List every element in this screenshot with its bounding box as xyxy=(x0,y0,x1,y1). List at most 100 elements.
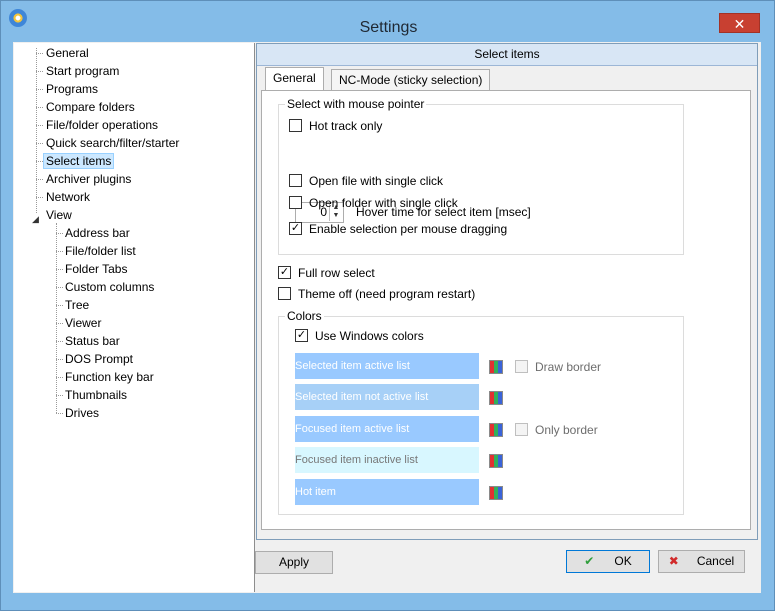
tab-general[interactable]: General xyxy=(265,67,324,90)
open-folder-checkbox[interactable]: Open folder with single click xyxy=(289,195,458,211)
color-picker-icon[interactable] xyxy=(489,423,503,437)
tree-item-label: Folder Tabs xyxy=(65,262,128,276)
tree-item-label: General xyxy=(46,46,89,60)
tree-lines xyxy=(36,48,37,213)
tree-item-start-program[interactable]: Start program xyxy=(43,62,122,80)
tree-item-archiver-plugins[interactable]: Archiver plugins xyxy=(43,170,134,188)
tree-item-custom-columns[interactable]: Custom columns xyxy=(62,278,157,296)
tree-item-file-folder-operations[interactable]: File/folder operations xyxy=(43,116,161,134)
checkbox-box[interactable]: ✓ xyxy=(289,222,302,236)
tree-line xyxy=(36,197,43,198)
color-picker-icon[interactable] xyxy=(489,391,503,405)
tree-item-dos-prompt[interactable]: DOS Prompt xyxy=(62,350,136,368)
checkbox-box[interactable] xyxy=(278,287,291,301)
apply-button[interactable]: Apply xyxy=(255,551,333,574)
mouse-dragging-checkbox[interactable]: ✓ Enable selection per mouse dragging xyxy=(289,221,507,237)
dialog-client: ◢ General Start program Programs Compare… xyxy=(13,42,761,593)
tree-item-label: File/folder operations xyxy=(46,118,159,132)
tree-line xyxy=(36,143,43,144)
tree-item-label: Start program xyxy=(46,64,120,78)
tree-item-label: Thumbnails xyxy=(65,388,128,402)
mouse-selection-group: Select with mouse pointer Hot track only… xyxy=(278,97,684,255)
tree-item-label: Viewer xyxy=(65,316,102,330)
tree-item-programs[interactable]: Programs xyxy=(43,80,101,98)
cancel-button-label: Cancel xyxy=(696,554,735,568)
focused-item-inactive-swatch[interactable]: Focused item inactive list xyxy=(295,447,479,473)
tree-item-drives[interactable]: Drives xyxy=(62,404,102,422)
checkbox-label: Full row select xyxy=(298,266,375,280)
checkbox-label: Enable selection per mouse dragging xyxy=(309,222,508,236)
only-border-checkbox[interactable]: Only border xyxy=(515,422,598,438)
tree-item-thumbnails[interactable]: Thumbnails xyxy=(62,386,130,404)
color-picker-icon[interactable] xyxy=(489,486,503,500)
tree-item-function-key-bar[interactable]: Function key bar xyxy=(62,368,157,386)
selected-item-active-swatch[interactable]: Selected item active list xyxy=(295,353,479,379)
tree-item-select-items[interactable]: Select items xyxy=(43,152,115,170)
settings-panel: Select items General NC-Mode (sticky sel… xyxy=(256,43,758,540)
theme-off-checkbox[interactable]: Theme off (need program restart) xyxy=(278,286,475,302)
tree-item-general[interactable]: General xyxy=(43,44,92,62)
tab-nc-mode[interactable]: NC-Mode (sticky selection) xyxy=(331,69,491,90)
tree-line xyxy=(36,53,43,54)
tree-line xyxy=(36,71,43,72)
tree-item-label: Status bar xyxy=(65,334,120,348)
tree-line xyxy=(36,125,43,126)
tree-item-label: Quick search/filter/starter xyxy=(46,136,180,150)
colors-group: Colors ✓ Use Windows colors Selected item… xyxy=(278,309,684,515)
checkbox-box[interactable]: ✓ xyxy=(295,329,308,343)
cancel-x-icon: ✖ xyxy=(668,554,679,568)
focused-item-active-swatch[interactable]: Focused item active list xyxy=(295,416,479,442)
tree-item-tree[interactable]: Tree xyxy=(62,296,92,314)
tree-item-folder-tabs[interactable]: Folder Tabs xyxy=(62,260,130,278)
tree-item-label: Network xyxy=(46,190,91,204)
checkbox-box[interactable] xyxy=(289,174,302,188)
tree-item-label: Tree xyxy=(65,298,90,312)
tree-item-address-bar[interactable]: Address bar xyxy=(62,224,133,242)
panel-title: Select items xyxy=(257,44,757,66)
tree-item-label: Programs xyxy=(46,82,99,96)
mouse-selection-title: Select with mouse pointer xyxy=(285,97,427,111)
tree-item-viewer[interactable]: Viewer xyxy=(62,314,104,332)
hot-item-swatch[interactable]: Hot item xyxy=(295,479,479,505)
checkbox-label: Only border xyxy=(535,423,598,437)
tree-item-label: Function key bar xyxy=(65,370,154,384)
tree-item-label: Archiver plugins xyxy=(46,172,132,186)
settings-tree: ◢ General Start program Programs Compare… xyxy=(14,43,255,592)
tree-item-view[interactable]: View xyxy=(43,206,75,224)
selected-item-not-active-swatch[interactable]: Selected item not active list xyxy=(295,384,479,410)
checkbox-label: Draw border xyxy=(535,360,602,374)
checkbox-label: Hot track only xyxy=(309,119,383,133)
tree-item-status-bar[interactable]: Status bar xyxy=(62,332,123,350)
draw-border-checkbox[interactable]: Draw border xyxy=(515,359,601,375)
checkbox-box[interactable] xyxy=(289,119,302,133)
tree-item-network[interactable]: Network xyxy=(43,188,93,206)
tree-item-label: Compare folders xyxy=(46,100,135,114)
expand-icon[interactable]: ◢ xyxy=(32,214,39,225)
use-windows-colors-checkbox[interactable]: ✓ Use Windows colors xyxy=(295,328,424,344)
tree-item-label: File/folder list xyxy=(65,244,136,258)
checkbox-label: Open folder with single click xyxy=(309,196,458,210)
tree-item-file-folder-list[interactable]: File/folder list xyxy=(62,242,139,260)
checkbox-box[interactable] xyxy=(515,423,528,437)
checkbox-box[interactable] xyxy=(515,360,528,374)
cancel-button[interactable]: ✖ Cancel xyxy=(658,550,745,573)
hot-track-checkbox[interactable]: Hot track only xyxy=(289,118,382,134)
title-bar[interactable]: Settings ✕ xyxy=(1,1,776,41)
tree-item-label: Address bar xyxy=(65,226,130,240)
full-row-select-checkbox[interactable]: ✓ Full row select xyxy=(278,265,375,281)
checkbox-box[interactable]: ✓ xyxy=(278,266,291,280)
open-file-checkbox[interactable]: Open file with single click xyxy=(289,173,443,189)
color-picker-icon[interactable] xyxy=(489,360,503,374)
tree-item-compare-folders[interactable]: Compare folders xyxy=(43,98,138,116)
checkbox-label: Theme off (need program restart) xyxy=(298,287,476,301)
color-picker-icon[interactable] xyxy=(489,454,503,468)
tree-line xyxy=(36,179,43,180)
checkbox-box[interactable] xyxy=(289,196,302,210)
ok-button[interactable]: ✔ OK xyxy=(566,550,650,573)
tree-line xyxy=(36,161,43,162)
tree-item-quick-search[interactable]: Quick search/filter/starter xyxy=(43,134,182,152)
ok-button-label: OK xyxy=(614,554,632,568)
tree-item-label: Custom columns xyxy=(65,280,155,294)
close-button[interactable]: ✕ xyxy=(719,13,760,33)
general-tab-pane: Select with mouse pointer Hot track only… xyxy=(261,90,751,530)
